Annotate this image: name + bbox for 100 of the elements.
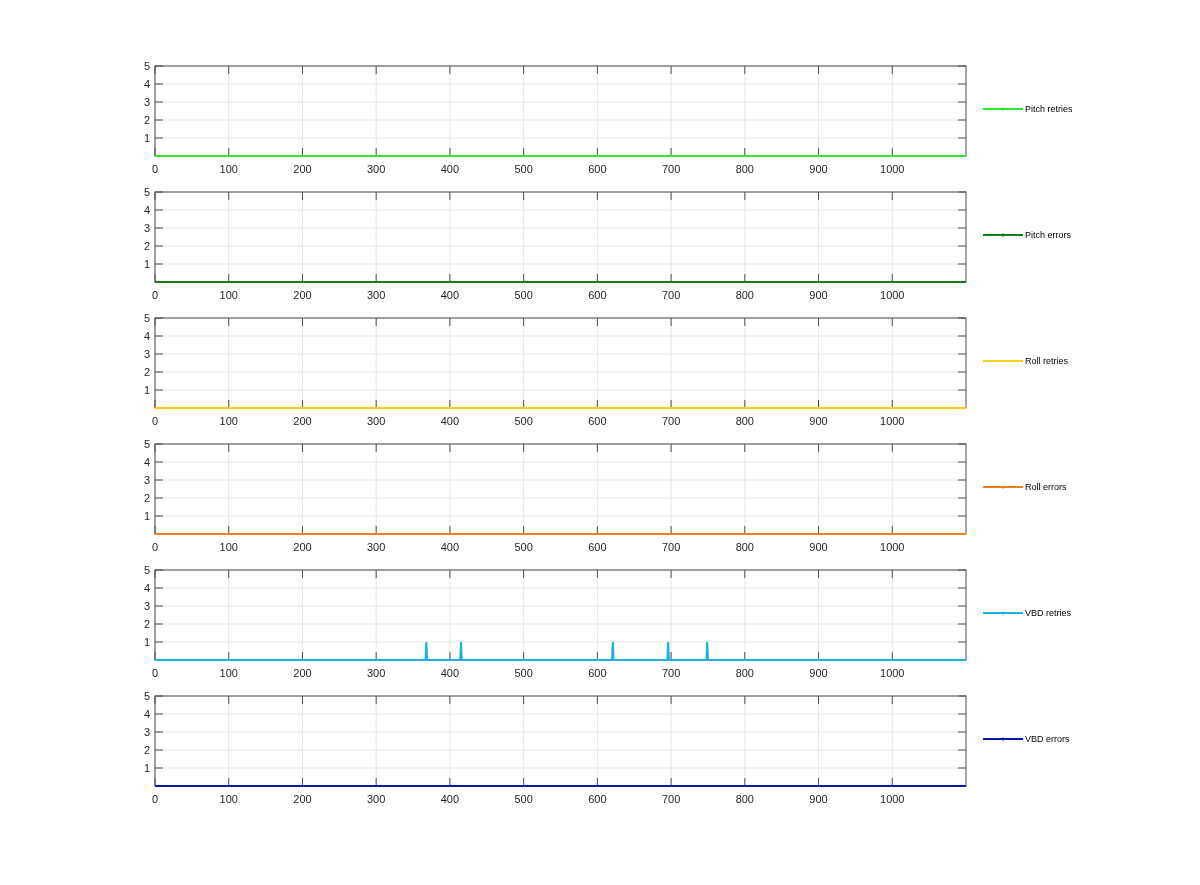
tick-label: 1000 bbox=[880, 793, 905, 805]
tick-label: 2 bbox=[143, 366, 150, 378]
tick-label: 400 bbox=[440, 415, 460, 427]
tick-label: 300 bbox=[367, 163, 386, 175]
tick-label: 3 bbox=[143, 600, 150, 612]
tick-label: 500 bbox=[514, 541, 533, 553]
tick-label: 500 bbox=[514, 667, 533, 679]
tick-label: 4 bbox=[143, 456, 150, 468]
tick-label: 0 bbox=[151, 415, 159, 427]
tick-label: 600 bbox=[588, 163, 607, 175]
legend-line-icon bbox=[983, 484, 1023, 490]
tick-label: 900 bbox=[809, 289, 828, 301]
tick-label: 5 bbox=[143, 438, 150, 450]
tick-label: 5 bbox=[143, 186, 150, 198]
tick-label: 500 bbox=[514, 289, 533, 301]
tick-label: 900 bbox=[809, 793, 828, 805]
tick-label: 900 bbox=[809, 667, 828, 679]
legend-line-icon bbox=[983, 610, 1023, 616]
tick-label: 3 bbox=[143, 222, 150, 234]
tick-label: 100 bbox=[219, 415, 238, 427]
legend-label: VBD retries bbox=[1025, 608, 1071, 618]
tick-label: 300 bbox=[367, 667, 386, 679]
tick-label: 800 bbox=[735, 289, 754, 301]
tick-label: 3 bbox=[143, 474, 150, 486]
legend-label: Roll retries bbox=[1025, 356, 1068, 366]
tick-label: 0 bbox=[151, 163, 159, 175]
tick-label: 5 bbox=[143, 690, 150, 702]
tick-label: 200 bbox=[293, 163, 312, 175]
tick-label: 500 bbox=[514, 163, 533, 175]
tick-label: 300 bbox=[367, 289, 386, 301]
tick-label: 0 bbox=[151, 667, 159, 679]
tick-label: 2 bbox=[143, 492, 150, 504]
tick-label: 700 bbox=[661, 541, 681, 553]
tick-label: 500 bbox=[514, 793, 533, 805]
tick-label: 100 bbox=[219, 289, 238, 301]
tick-label: 400 bbox=[440, 163, 460, 175]
legend-line-icon bbox=[983, 106, 1023, 112]
tick-label: 300 bbox=[367, 541, 386, 553]
tick-label: 3 bbox=[143, 96, 150, 108]
tick-label: 300 bbox=[367, 415, 386, 427]
tick-label: 400 bbox=[440, 541, 460, 553]
tick-label: 1000 bbox=[880, 289, 905, 301]
tick-label: 1 bbox=[143, 636, 150, 648]
tick-label: 2 bbox=[143, 744, 150, 756]
tick-label: 4 bbox=[143, 582, 150, 594]
tick-label: 2 bbox=[143, 618, 150, 630]
legend-label: Pitch retries bbox=[1025, 104, 1073, 114]
tick-label: 800 bbox=[735, 541, 754, 553]
tick-label: 0 bbox=[151, 289, 159, 301]
tick-label: 700 bbox=[661, 793, 681, 805]
tick-label: 4 bbox=[143, 330, 150, 342]
tick-label: 600 bbox=[588, 415, 607, 427]
tick-label: 0 bbox=[151, 793, 159, 805]
tick-label: 800 bbox=[735, 793, 754, 805]
tick-label: 800 bbox=[735, 667, 754, 679]
tick-label: 600 bbox=[588, 289, 607, 301]
tick-label: 4 bbox=[143, 708, 150, 720]
tick-label: 200 bbox=[293, 667, 312, 679]
tick-label: 900 bbox=[809, 163, 828, 175]
tick-label: 700 bbox=[661, 289, 681, 301]
tick-label: 400 bbox=[440, 289, 460, 301]
tick-label: 200 bbox=[293, 289, 312, 301]
tick-label: 1 bbox=[143, 510, 150, 522]
tick-label: 4 bbox=[143, 78, 150, 90]
tick-label: 1000 bbox=[880, 415, 905, 427]
tick-label: 3 bbox=[143, 726, 150, 738]
tick-label: 800 bbox=[735, 163, 754, 175]
tick-label: 700 bbox=[661, 163, 681, 175]
tick-label: 800 bbox=[735, 415, 754, 427]
tick-label: 5 bbox=[143, 312, 150, 324]
tick-label: 900 bbox=[809, 415, 828, 427]
tick-label: 1 bbox=[143, 384, 150, 396]
tick-label: 500 bbox=[514, 415, 533, 427]
tick-label: 400 bbox=[440, 793, 460, 805]
tick-label: 100 bbox=[219, 793, 238, 805]
tick-label: 4 bbox=[143, 204, 150, 216]
tick-label: 5 bbox=[143, 564, 150, 576]
tick-label: 1 bbox=[143, 258, 150, 270]
legend-label: Pitch errors bbox=[1025, 230, 1071, 240]
tick-label: 700 bbox=[661, 667, 681, 679]
tick-label: 100 bbox=[219, 667, 238, 679]
tick-label: 300 bbox=[367, 793, 386, 805]
tick-label: 1000 bbox=[880, 667, 905, 679]
tick-label: 3 bbox=[143, 348, 150, 360]
tick-label: 600 bbox=[588, 793, 607, 805]
tick-label: 200 bbox=[293, 793, 312, 805]
tick-label: 5 bbox=[143, 60, 150, 72]
legend-line-icon bbox=[983, 232, 1023, 238]
tick-label: 700 bbox=[661, 415, 681, 427]
tick-label: 100 bbox=[219, 163, 238, 175]
tick-label: 1000 bbox=[880, 541, 905, 553]
tick-label: 600 bbox=[588, 667, 607, 679]
tick-label: 2 bbox=[143, 240, 150, 252]
tick-label: 600 bbox=[588, 541, 607, 553]
tick-label: 400 bbox=[440, 667, 460, 679]
tick-label: 2 bbox=[143, 114, 150, 126]
tick-label: 1 bbox=[143, 132, 150, 144]
legend-line-icon bbox=[983, 736, 1023, 742]
legend-label: VBD errors bbox=[1025, 734, 1070, 744]
tick-label: 200 bbox=[293, 541, 312, 553]
